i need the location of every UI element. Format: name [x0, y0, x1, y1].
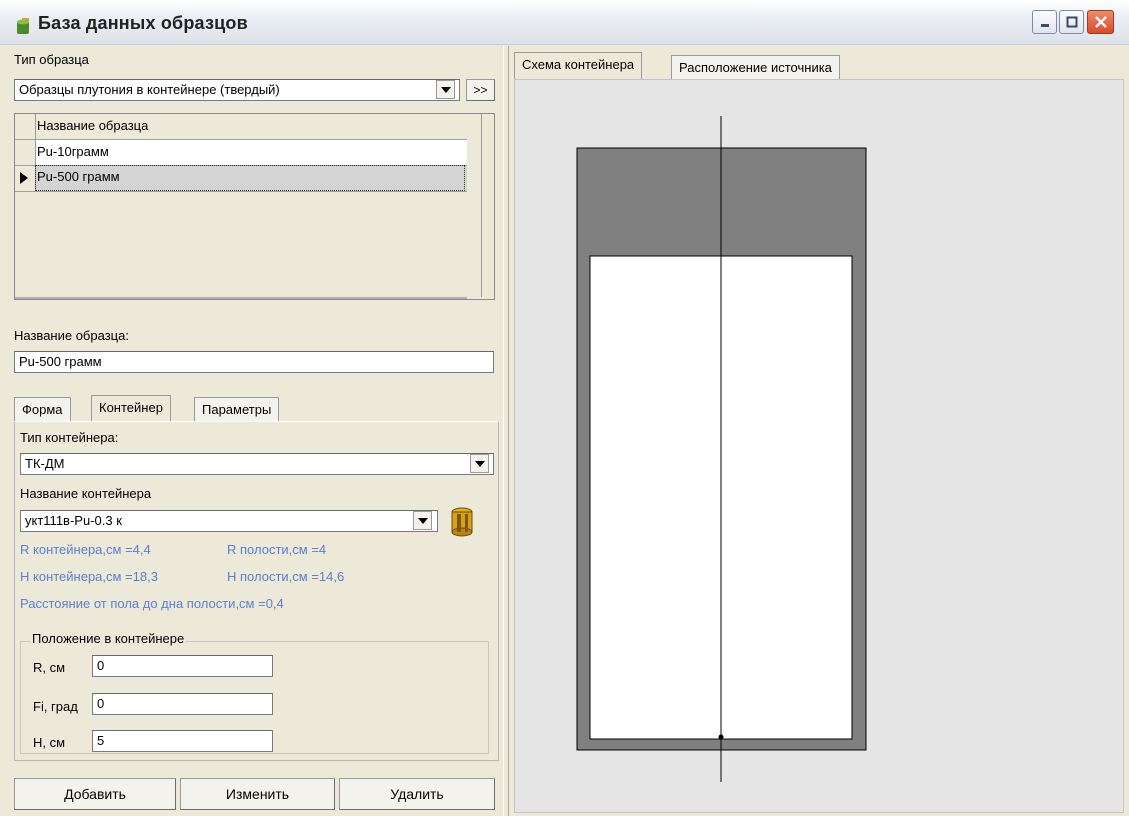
sample-grid[interactable]: Название образца Pu-10грамм Pu-500 грамм — [14, 113, 495, 300]
r-cavity-info: R полости,см =4 — [227, 542, 327, 557]
sample-name-label: Название образца: — [14, 328, 129, 343]
maximize-button[interactable] — [1059, 10, 1084, 34]
more-button[interactable]: >> — [466, 79, 495, 101]
container-schema — [576, 116, 867, 782]
h-container-info: H контейнера,см =18,3 — [20, 569, 158, 584]
floor-distance-info: Расстояние от пола до дна полости,см =0,… — [20, 596, 284, 611]
tab-container[interactable]: Контейнер — [91, 395, 171, 422]
r-input[interactable]: 0 — [92, 655, 273, 677]
chevron-down-icon — [417, 517, 428, 524]
r-label: R, см — [33, 660, 66, 675]
h-input[interactable]: 5 — [92, 730, 273, 752]
container-schema-panel — [514, 79, 1124, 813]
sample-type-value: Образцы плутония в контейнере (твердый) — [19, 82, 280, 97]
tab-parameters[interactable]: Параметры — [194, 397, 280, 421]
vertical-splitter[interactable] — [503, 46, 509, 816]
chevron-down-icon — [474, 460, 485, 467]
close-button[interactable] — [1087, 10, 1114, 34]
minimize-button[interactable] — [1032, 10, 1057, 34]
window-title: База данных образцов — [38, 13, 248, 33]
tab-container-schema[interactable]: Схема контейнера — [514, 52, 643, 79]
sample-name-cell: Pu-10грамм — [37, 144, 109, 159]
sample-type-dropdown-arrow[interactable] — [436, 80, 455, 99]
add-button[interactable]: Добавить — [14, 778, 176, 810]
container-type-combo[interactable]: ТК-ДМ — [20, 453, 494, 475]
tab-form[interactable]: Форма — [14, 397, 71, 421]
container-name-label: Название контейнера — [20, 486, 152, 501]
sample-type-label: Тип образца — [14, 52, 89, 67]
fi-input[interactable]: 0 — [92, 693, 273, 715]
barrel-icon — [451, 507, 473, 537]
maximize-icon — [1066, 16, 1077, 28]
edit-button[interactable]: Изменить — [180, 778, 335, 810]
container-type-label: Тип контейнера: — [20, 430, 119, 445]
sample-name-cell: Pu-500 грамм — [35, 165, 465, 191]
container-type-dropdown-arrow[interactable] — [470, 454, 489, 473]
h-label: H, см — [33, 735, 66, 750]
delete-button[interactable]: Удалить — [339, 778, 495, 810]
grid-splitter[interactable] — [15, 297, 467, 299]
sample-name-value: Pu-500 грамм — [19, 354, 102, 369]
container-library-button[interactable] — [445, 504, 479, 538]
position-legend: Положение в контейнере — [30, 631, 187, 646]
container-name-combo[interactable]: укт111в-Pu-0.3 к — [20, 510, 438, 532]
container-name-dropdown-arrow[interactable] — [413, 511, 432, 530]
close-icon — [1094, 16, 1107, 28]
table-row[interactable]: Pu-10грамм — [15, 140, 467, 166]
chevron-down-icon — [440, 86, 451, 93]
table-row-selected[interactable]: Pu-500 грамм — [15, 165, 467, 192]
minimize-icon — [1040, 24, 1049, 27]
grid-header: Название образца — [15, 114, 467, 140]
container-name-value: укт111в-Pu-0.3 к — [25, 513, 122, 528]
grid-scrollbar-edge — [481, 114, 482, 297]
container-type-value: ТК-ДМ — [25, 456, 65, 471]
sample-name-input[interactable]: Pu-500 грамм — [14, 351, 494, 373]
tab-source-location[interactable]: Расположение источника — [671, 55, 840, 79]
sample-type-combo[interactable]: Образцы плутония в контейнере (твердый) — [14, 79, 460, 101]
fi-label: Fi, град — [33, 699, 78, 714]
h-cavity-info: H полости,см =14,6 — [227, 569, 345, 584]
grid-header-label: Название образца — [37, 118, 149, 133]
r-container-info: R контейнера,см =4,4 — [20, 542, 151, 557]
row-pointer-icon — [20, 172, 28, 184]
app-icon — [17, 18, 29, 34]
source-point — [718, 734, 724, 740]
